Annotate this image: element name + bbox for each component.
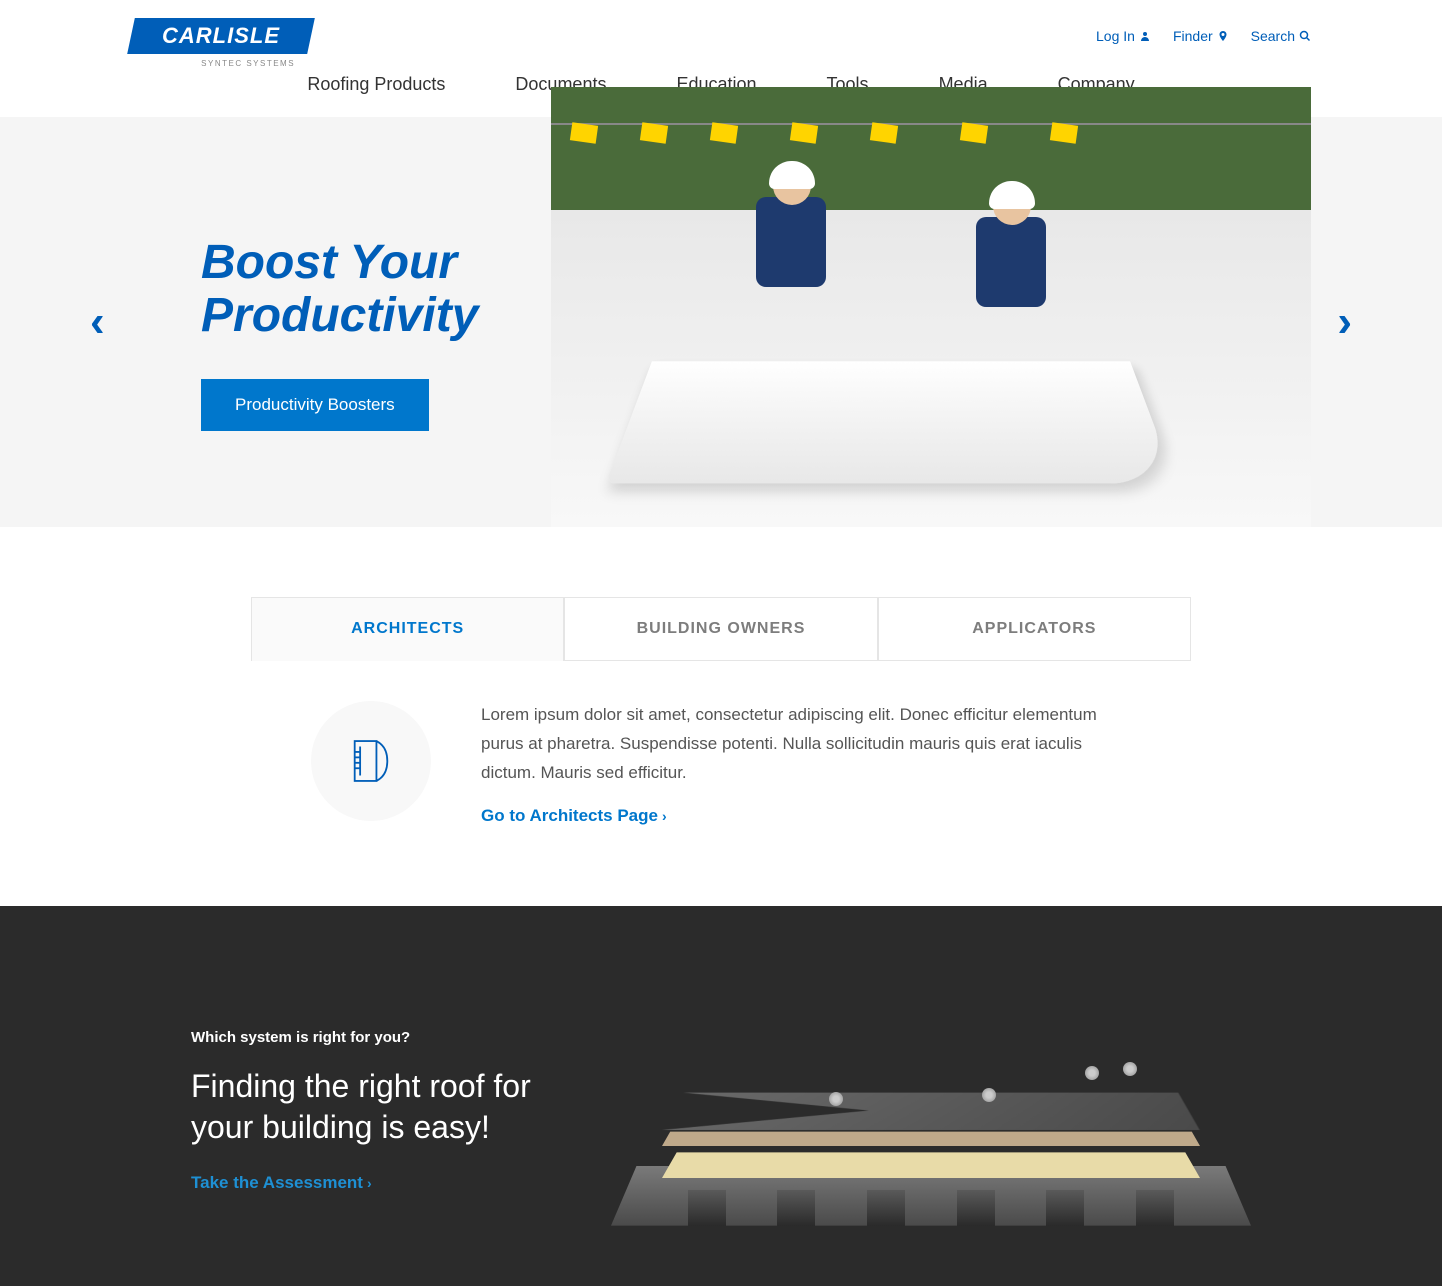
roof-system-illustration [611,996,1251,1226]
architects-page-link[interactable]: Go to Architects Page › [481,806,667,826]
login-label: Log In [1096,28,1135,44]
user-icon [1139,30,1151,42]
hero-carousel: ‹ › Boost Your Productivity Productivity… [0,117,1442,527]
assessment-copy: Which system is right for you? Finding t… [191,1029,551,1193]
search-label: Search [1251,28,1295,44]
login-link[interactable]: Log In [1096,28,1151,44]
assessment-band: Which system is right for you? Finding t… [0,906,1442,1286]
tab-applicators[interactable]: APPLICATORS [878,597,1191,661]
blueprint-icon [342,732,400,790]
finder-label: Finder [1173,28,1213,44]
hero-title-line1: Boost Your [201,236,457,289]
pin-icon [1217,29,1229,43]
finder-link[interactable]: Finder [1173,28,1229,44]
tab-description: Lorem ipsum dolor sit amet, consectetur … [481,701,1131,788]
brand-name: CARLISLE [162,23,280,49]
hero-title: Boost Your Productivity [201,237,511,343]
utility-links: Log In Finder Search [1096,28,1311,44]
carousel-prev-button[interactable]: ‹ [90,297,105,347]
assessment-kicker: Which system is right for you? [191,1029,551,1046]
hero-copy: Boost Your Productivity Productivity Boo… [131,117,551,527]
brand-logo[interactable]: CARLISLE SYNTEC SYSTEMS [127,18,315,54]
take-assessment-link[interactable]: Take the Assessment › [191,1173,372,1193]
hero-image [551,87,1311,527]
assessment-headline: Finding the right roof for your building… [191,1066,551,1149]
assessment-link-label: Take the Assessment [191,1173,363,1193]
tab-building-owners[interactable]: BUILDING OWNERS [564,597,877,661]
tab-panel-architects: Lorem ipsum dolor sit amet, consectetur … [251,661,1191,906]
architects-link-label: Go to Architects Page [481,806,658,826]
chevron-right-icon: › [662,808,667,824]
architects-icon [311,701,431,821]
nav-roofing-products[interactable]: Roofing Products [307,74,445,95]
audience-tabs: ARCHITECTS BUILDING OWNERS APPLICATORS [251,597,1191,661]
brand-subtitle: SYNTEC SYSTEMS [201,59,295,68]
audience-tabs-section: ARCHITECTS BUILDING OWNERS APPLICATORS L… [251,597,1191,906]
carousel-next-button[interactable]: › [1337,297,1352,347]
chevron-right-icon: › [367,1175,372,1191]
tab-architects[interactable]: ARCHITECTS [251,597,564,661]
hero-cta-button[interactable]: Productivity Boosters [201,379,429,431]
search-icon [1299,30,1311,42]
hero-title-line2: Productivity [201,289,478,342]
search-link[interactable]: Search [1251,28,1311,44]
